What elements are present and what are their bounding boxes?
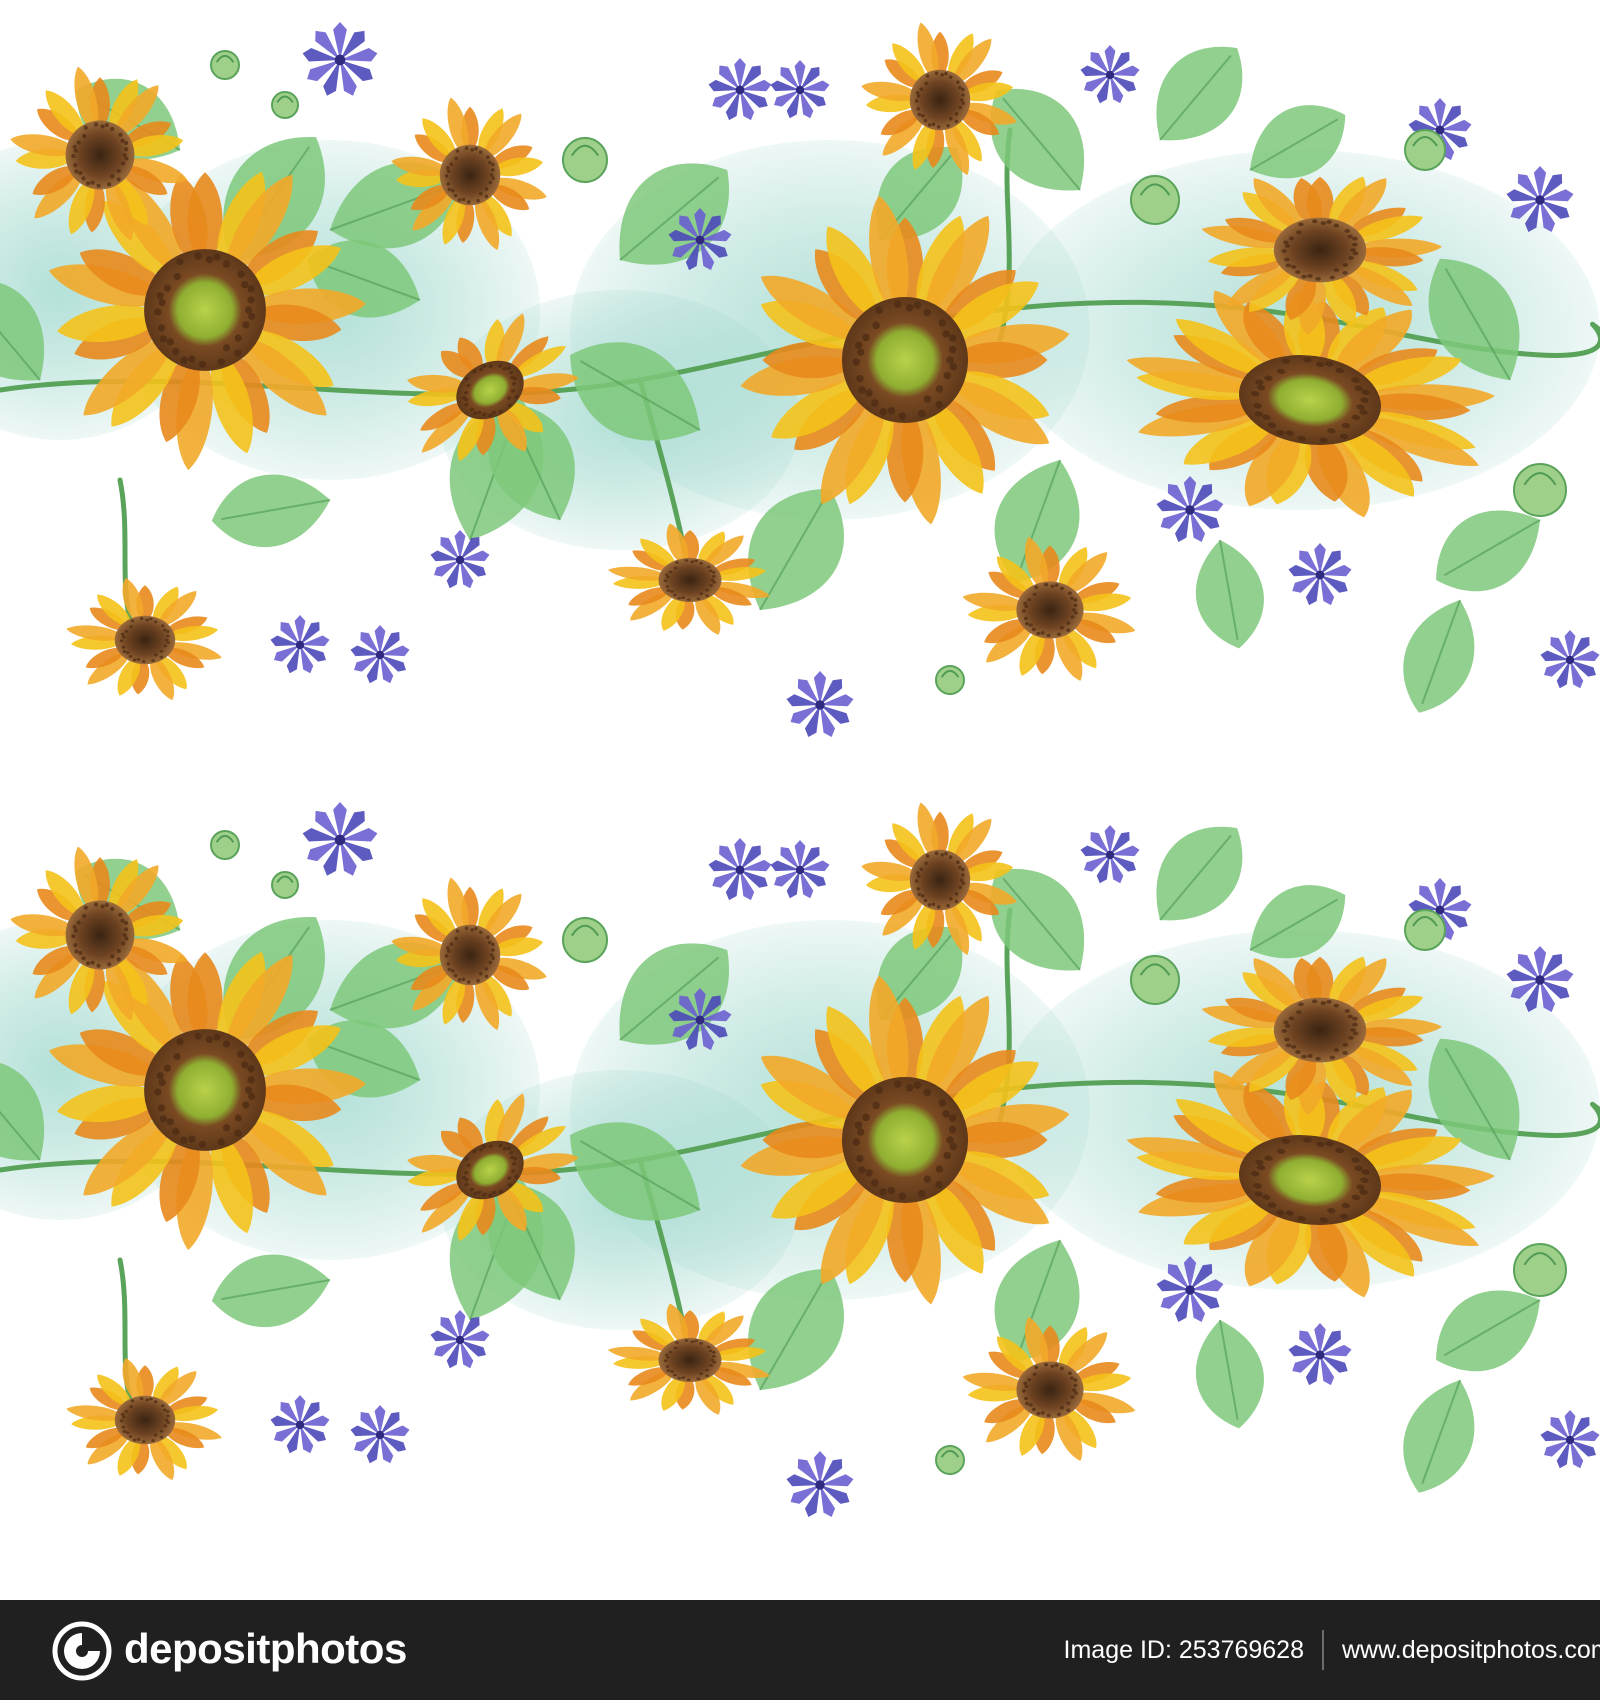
- footer-divider: [1322, 1630, 1324, 1670]
- sunflower: [962, 1316, 1136, 1461]
- cornflower: [270, 615, 330, 674]
- cornflower: [302, 22, 378, 96]
- seed-bud: [562, 137, 608, 183]
- seed-bud: [935, 665, 965, 695]
- cornflower: [350, 625, 410, 684]
- cornflower: [1080, 825, 1140, 884]
- leaf: [1403, 599, 1475, 713]
- seed-bud: [1130, 955, 1180, 1005]
- seed-bud: [271, 91, 299, 119]
- sunflower: [66, 1357, 222, 1481]
- cornflower: [786, 671, 854, 737]
- depositphotos-logo-icon: [52, 1621, 112, 1681]
- flower-band-bottom: [0, 802, 1600, 1517]
- cornflower: [270, 1395, 330, 1454]
- leaf: [1403, 1379, 1475, 1493]
- site-url: www.depositphotos.com: [1342, 1636, 1600, 1664]
- leaf: [1156, 826, 1243, 921]
- leaf: [1156, 46, 1243, 141]
- cornflower: [350, 1405, 410, 1464]
- seed-bud: [271, 871, 299, 899]
- seed-bud: [1130, 175, 1180, 225]
- cornflower: [1540, 1410, 1600, 1469]
- brand-name: depositphotos: [124, 1625, 407, 1672]
- leaf: [1196, 1319, 1264, 1429]
- seed-bud: [1513, 463, 1567, 517]
- seed-bud: [210, 50, 240, 80]
- sunflower: [66, 577, 222, 701]
- cornflower: [770, 60, 830, 119]
- cornflower: [302, 802, 378, 876]
- cornflower: [786, 1451, 854, 1517]
- cornflower: [708, 838, 772, 901]
- seed-bud: [1404, 909, 1446, 951]
- cornflower: [430, 1310, 490, 1369]
- pattern-canvas: [0, 22, 1600, 1517]
- cornflower: [1288, 543, 1352, 606]
- seed-bud: [210, 830, 240, 860]
- seed-bud: [1513, 1243, 1567, 1297]
- seed-bud: [562, 917, 608, 963]
- cornflower: [1540, 630, 1600, 689]
- cornflower: [708, 58, 772, 121]
- flower-band-top: [0, 22, 1600, 737]
- leaf: [1196, 539, 1264, 649]
- sunflower: [962, 536, 1136, 681]
- sunflower: [391, 97, 547, 251]
- cornflower: [1288, 1323, 1352, 1386]
- cornflower: [1080, 45, 1140, 104]
- watermark-footer: depositphotos Image ID: 253769628 www.de…: [0, 1600, 1600, 1700]
- sunflower: [391, 877, 547, 1031]
- image-id-label: Image ID: 253769628: [1063, 1636, 1304, 1664]
- watercolor-sunflower-pattern: [0, 0, 1600, 1600]
- cornflower: [430, 530, 490, 589]
- seed-bud: [1404, 129, 1446, 171]
- cornflower: [770, 840, 830, 899]
- seed-bud: [935, 1445, 965, 1475]
- stock-photo-preview: depositphotos Image ID: 253769628 www.de…: [0, 0, 1600, 1700]
